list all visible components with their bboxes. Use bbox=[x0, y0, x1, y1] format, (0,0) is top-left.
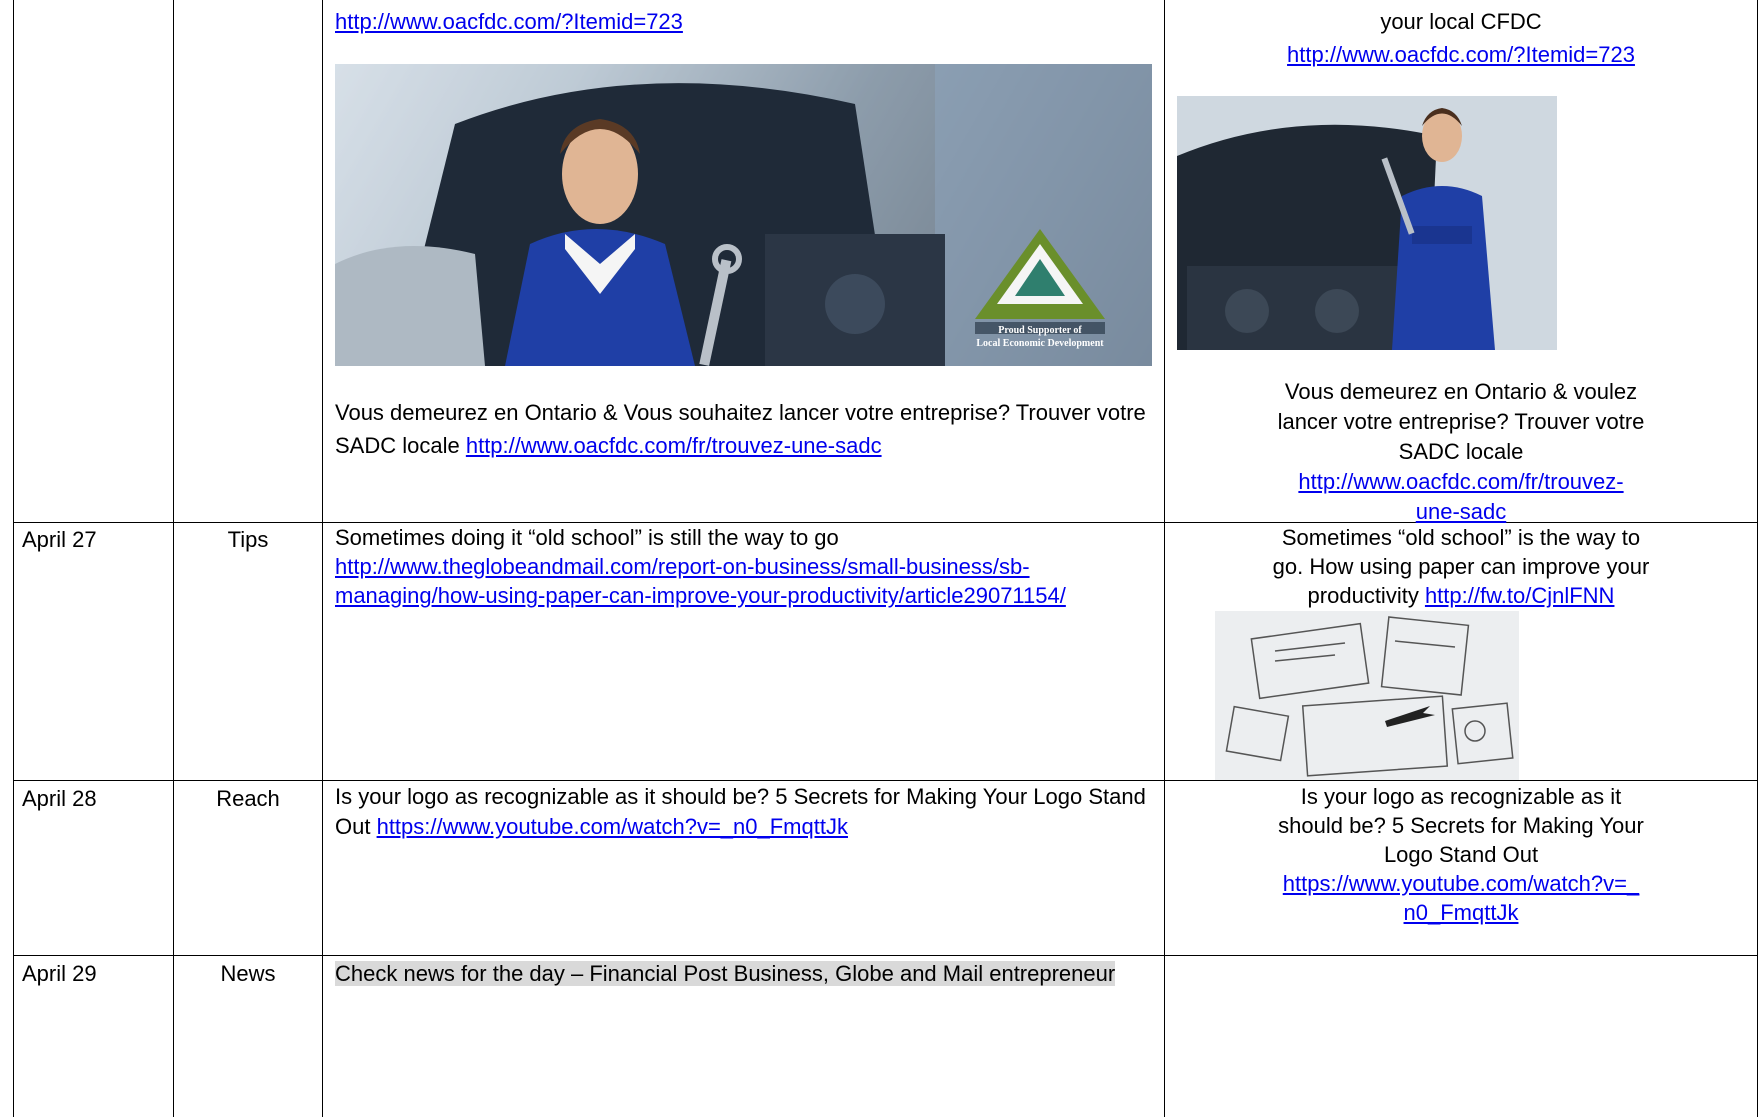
mechanic-banner-image: Proud Supporter of Local Economic Develo… bbox=[335, 64, 1152, 366]
row-divider-2 bbox=[13, 780, 1758, 781]
row2-date: April 28 bbox=[22, 786, 97, 811]
table-border-right bbox=[1757, 0, 1758, 1117]
mechanic-square-image bbox=[1177, 96, 1557, 350]
row1-social-cell: Sometimes “old school” is the way to go.… bbox=[1165, 523, 1757, 610]
social-fr-line-2: lancer votre entreprise? Trouver votre bbox=[1277, 409, 1645, 434]
mechanic-square-illustration bbox=[1177, 96, 1557, 350]
row2-main-cell: Is your logo as recognizable as it shoul… bbox=[335, 782, 1155, 842]
row1-social-line3: productivity bbox=[1307, 583, 1425, 608]
social-link-fr-1[interactable]: http://www.oacfdc.com/fr/trouvez- bbox=[1298, 469, 1623, 494]
row-divider-3 bbox=[13, 955, 1758, 956]
row2-category: Reach bbox=[216, 786, 280, 811]
row1-social-line2: go. How using paper can improve your bbox=[1272, 554, 1650, 579]
row3-main-text: Check news for the day – Financial Post … bbox=[335, 961, 1116, 986]
row2-main-text-1: Is your logo as recognizable as it shoul… bbox=[335, 784, 1146, 809]
row2-social-line2: should be? 5 Secrets for Making Your bbox=[1278, 813, 1644, 838]
mechanic-banner-illustration bbox=[335, 64, 1152, 366]
row3-category: News bbox=[220, 961, 276, 986]
row2-main-text-2: Out bbox=[335, 814, 377, 839]
row1-main-text: Sometimes doing it “old school” is still… bbox=[335, 525, 839, 550]
row1-date: April 27 bbox=[22, 527, 97, 552]
link-oacfdc-itemid[interactable]: http://www.oacfdc.com/?Itemid=723 bbox=[335, 9, 683, 34]
social-line-local-cfdc: your local CFDC bbox=[1380, 9, 1542, 34]
social-link-youtube-2[interactable]: n0_FmqttJk bbox=[1404, 900, 1519, 925]
banner-logo-caption-2: Local Economic Development bbox=[976, 338, 1104, 349]
row0-main-cell: http://www.oacfdc.com/?Itemid=723 bbox=[335, 5, 1155, 38]
link-globe-1[interactable]: http://www.theglobeandmail.com/report-on… bbox=[335, 554, 1030, 579]
row2-social-line3: Logo Stand Out bbox=[1383, 842, 1539, 867]
row0-social-fr: Vous demeurez en Ontario & voulez lancer… bbox=[1165, 377, 1757, 527]
link-youtube[interactable]: https://www.youtube.com/watch?v=_n0_Fmqt… bbox=[377, 814, 848, 839]
link-oacfdc-fr[interactable]: http://www.oacfdc.com/fr/trouvez-une-sad… bbox=[466, 433, 882, 458]
row3-date: April 29 bbox=[22, 961, 97, 986]
social-link-oacfdc-itemid[interactable]: http://www.oacfdc.com/?Itemid=723 bbox=[1287, 42, 1635, 67]
row0-social-cell: your local CFDC http://www.oacfdc.com/?I… bbox=[1165, 5, 1757, 71]
row2-social-cell: Is your logo as recognizable as it shoul… bbox=[1165, 782, 1757, 927]
paper-sketch-image bbox=[1215, 611, 1519, 780]
row0-main-fr-text: Vous demeurez en Ontario & Vous souhaite… bbox=[335, 396, 1155, 462]
row1-category: Tips bbox=[227, 527, 269, 552]
row2-social-line1: Is your logo as recognizable as it bbox=[1300, 784, 1622, 809]
social-fr-line-3: SADC locale bbox=[1398, 439, 1524, 464]
row3-main-cell: Check news for the day – Financial Post … bbox=[335, 957, 1155, 990]
social-link-youtube-1[interactable]: https://www.youtube.com/watch?v=_ bbox=[1283, 871, 1639, 896]
social-fr-line-1: Vous demeurez en Ontario & voulez bbox=[1284, 379, 1638, 404]
paper-sketch-illustration bbox=[1215, 611, 1519, 780]
link-fw-to[interactable]: http://fw.to/CjnlFNN bbox=[1425, 583, 1615, 608]
table-border-col2 bbox=[322, 0, 323, 1117]
link-globe-2[interactable]: managing/how-using-paper-can-improve-you… bbox=[335, 583, 1066, 608]
social-link-fr-2[interactable]: une-sadc bbox=[1416, 499, 1507, 524]
banner-logo-caption-1: Proud Supporter of bbox=[998, 325, 1082, 336]
row1-main-cell: Sometimes doing it “old school” is still… bbox=[335, 523, 1155, 610]
table-border-col1 bbox=[173, 0, 174, 1117]
table-border-left bbox=[13, 0, 14, 1117]
row1-social-line1: Sometimes “old school” is the way to bbox=[1281, 525, 1641, 550]
